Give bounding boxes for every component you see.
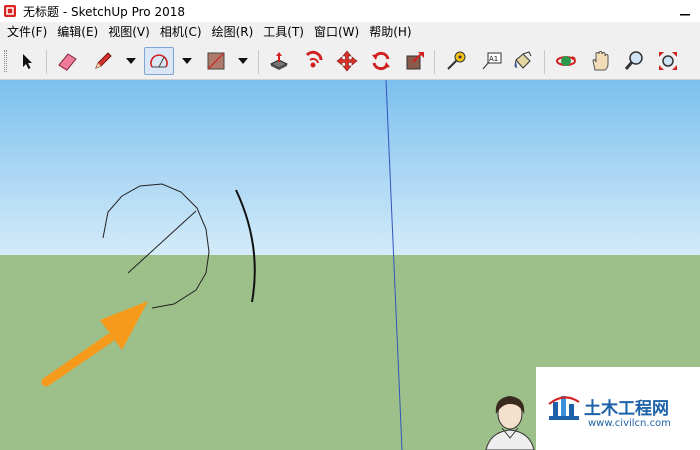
chevron-down-icon	[182, 58, 192, 64]
arc-tool-button[interactable]	[144, 47, 174, 75]
blue-axis-line	[385, 80, 403, 450]
pan-tool-button[interactable]	[586, 47, 614, 75]
offset-tool-button[interactable]	[401, 47, 429, 75]
toolbar-separator	[258, 50, 259, 74]
tape-measure-tool-button[interactable]	[442, 47, 470, 75]
paint-bucket-icon	[514, 51, 532, 69]
paint-bucket-tool-button[interactable]	[509, 47, 537, 75]
pan-icon	[592, 50, 609, 71]
text-tool-button[interactable]: A1	[477, 47, 505, 75]
toolbar-grip[interactable]	[4, 50, 7, 72]
zoom-icon	[624, 51, 643, 70]
select-tool-button[interactable]	[13, 47, 41, 75]
orbit-icon	[556, 56, 576, 66]
text-icon: A1	[482, 52, 502, 70]
rectangle-icon	[207, 52, 225, 70]
curved-arc[interactable]	[235, 189, 256, 303]
menu-edit[interactable]: 编辑(E)	[52, 22, 103, 42]
sketchup-app-icon[interactable]	[3, 4, 17, 18]
menu-draw[interactable]: 绘图(R)	[207, 22, 259, 42]
menu-camera[interactable]: 相机(C)	[155, 22, 207, 42]
pencil-icon	[95, 52, 112, 69]
menu-tools[interactable]: 工具(T)	[258, 22, 309, 42]
offset-icon	[406, 52, 424, 70]
rectangle-tool-button[interactable]	[202, 47, 230, 75]
push-pull-icon	[269, 52, 289, 70]
rectangle-dropdown[interactable]	[236, 52, 250, 70]
title-bar: 无标题 - SketchUp Pro 2018	[0, 0, 700, 22]
toolbar-separator	[46, 50, 47, 74]
select-icon	[23, 54, 32, 69]
follow-me-icon	[305, 50, 323, 68]
toolbar-separator	[544, 50, 545, 74]
civilcn-logo	[548, 396, 580, 420]
polygonal-arc[interactable]	[102, 183, 210, 309]
toolbar-separator	[434, 50, 435, 74]
move-icon	[336, 50, 358, 72]
watermark-url: www.civilcn.com	[588, 418, 671, 429]
rotate-tool-button[interactable]	[367, 47, 395, 75]
text-tool-label: A1	[489, 55, 498, 63]
orbit-tool-button[interactable]	[552, 47, 580, 75]
zoom-extents-icon	[659, 52, 677, 70]
arc-icon	[150, 54, 168, 68]
rotate-icon	[372, 51, 390, 71]
arc-radius-line[interactable]	[127, 210, 197, 274]
menu-bar: 文件(F) 编辑(E) 视图(V) 相机(C) 绘图(R) 工具(T) 窗口(W…	[0, 22, 700, 42]
push-pull-tool-button[interactable]	[265, 47, 293, 75]
menu-help[interactable]: 帮助(H)	[364, 22, 416, 42]
window-title: 无标题 - SketchUp Pro 2018	[23, 4, 185, 19]
follow-me-tool-button[interactable]	[299, 47, 327, 75]
menu-file[interactable]: 文件(F)	[2, 22, 52, 42]
minimize-icon	[680, 14, 690, 16]
arc-dropdown[interactable]	[180, 52, 194, 70]
minimize-button[interactable]	[670, 0, 700, 22]
window-controls	[670, 0, 700, 22]
orange-arrow	[41, 301, 148, 387]
watermark-name: 土木工程网	[584, 399, 669, 419]
person-avatar	[485, 396, 535, 450]
pencil-tool-button[interactable]	[89, 47, 117, 75]
chevron-down-icon	[126, 58, 136, 64]
zoom-extents-tool-button[interactable]	[654, 47, 682, 75]
menu-window[interactable]: 窗口(W)	[309, 22, 364, 42]
move-tool-button[interactable]	[333, 47, 361, 75]
pencil-dropdown[interactable]	[124, 52, 138, 70]
zoom-tool-button[interactable]	[620, 47, 648, 75]
eraser-tool-button[interactable]	[53, 47, 81, 75]
tape-measure-icon	[447, 51, 466, 70]
chevron-down-icon	[238, 58, 248, 64]
menu-view[interactable]: 视图(V)	[103, 22, 155, 42]
eraser-icon	[58, 53, 77, 71]
main-toolbar: A1	[0, 42, 700, 80]
